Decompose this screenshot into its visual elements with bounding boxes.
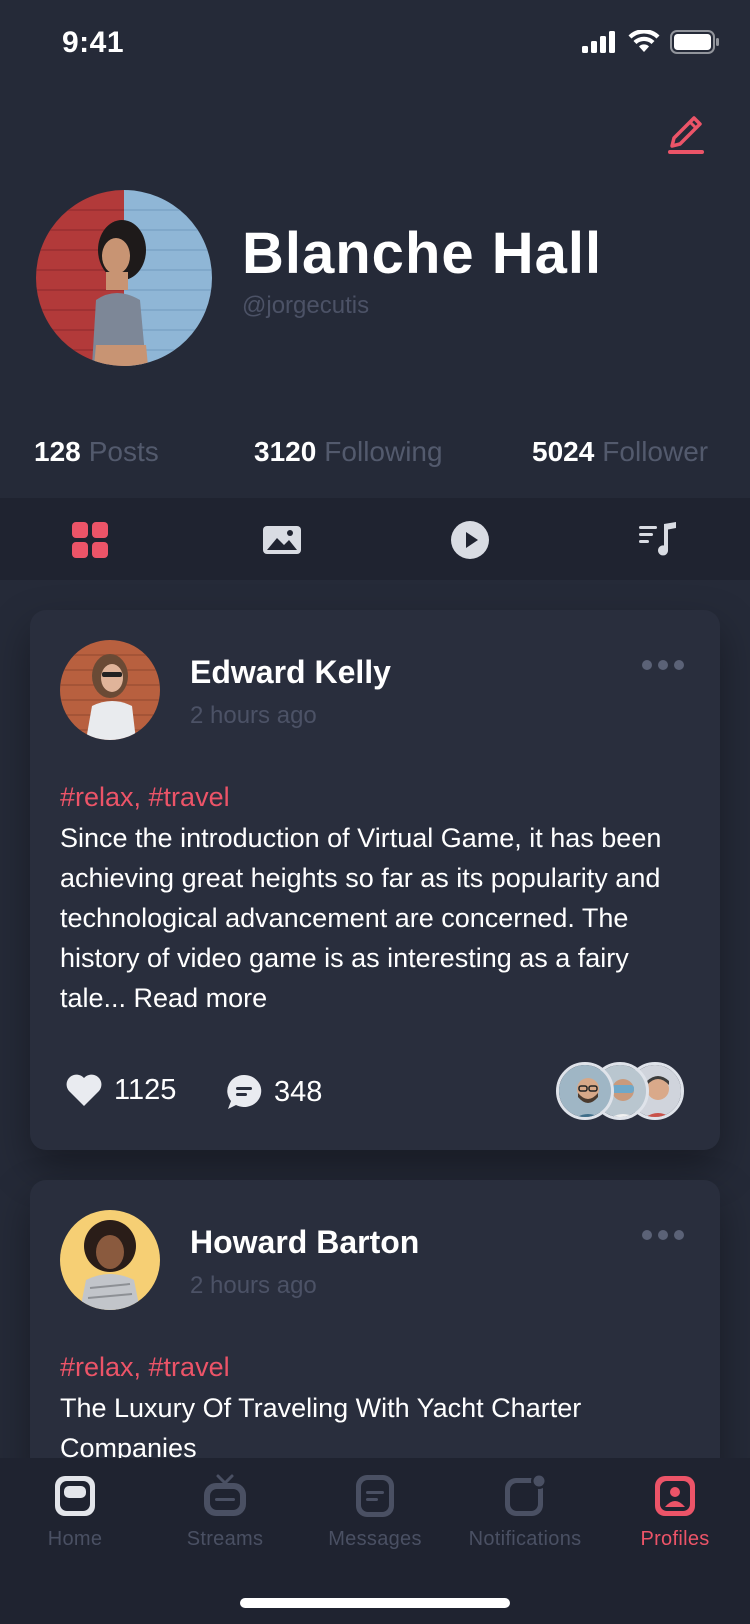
nav-streams[interactable]: Streams	[150, 1472, 300, 1551]
post-tags[interactable]: #relax, #travel	[60, 1352, 230, 1383]
like-count: 1125	[114, 1073, 177, 1106]
stat-label: Following	[324, 436, 443, 467]
liked-by-avatars[interactable]	[556, 1062, 684, 1122]
tab-grid[interactable]	[70, 520, 110, 560]
author-avatar[interactable]	[60, 1210, 160, 1310]
nav-profiles[interactable]: Profiles	[600, 1472, 750, 1551]
dot	[674, 1230, 684, 1240]
post-time: 2 hours ago	[190, 702, 317, 729]
play-icon	[451, 521, 489, 559]
post-actions: 1125 348	[64, 1062, 684, 1122]
post-card[interactable]: Howard Barton 2 hours ago #relax, #trave…	[30, 1180, 720, 1480]
nav-label: Messages	[328, 1528, 422, 1550]
comment-count: 348	[274, 1075, 323, 1108]
status-bar: 9:41	[0, 0, 750, 90]
dot	[642, 1230, 652, 1240]
more-options-button[interactable]	[642, 660, 684, 670]
nav-label: Profiles	[640, 1528, 710, 1550]
like-button[interactable]: 1125	[64, 1072, 176, 1108]
tab-videos[interactable]	[450, 520, 490, 560]
nav-label: Streams	[186, 1528, 264, 1550]
nav-home[interactable]: Home	[0, 1472, 150, 1551]
post-tags[interactable]: #relax, #travel	[60, 782, 230, 813]
tab-photos[interactable]	[262, 520, 302, 560]
dot	[658, 1230, 668, 1240]
liker-avatar	[556, 1062, 614, 1120]
profile-handle: @jorgecutis	[242, 292, 370, 319]
pencil-icon	[668, 116, 704, 154]
nav-label: Home	[47, 1528, 103, 1550]
comment-button[interactable]: 348	[224, 1072, 322, 1112]
stat-count: 5024	[532, 436, 595, 467]
author-name[interactable]: Edward Kelly	[190, 654, 391, 691]
content-tabs	[0, 498, 750, 580]
home-indicator	[240, 1598, 510, 1608]
stat-label: Follower	[602, 436, 709, 467]
comment-icon	[227, 1074, 262, 1109]
battery-icon	[670, 30, 719, 54]
profile-avatar	[36, 190, 212, 366]
post-time: 2 hours ago	[190, 1272, 317, 1299]
notification-icon	[505, 1473, 547, 1516]
nav-notifications[interactable]: Notifications	[450, 1472, 600, 1551]
tab-music[interactable]	[638, 520, 678, 560]
stat-following[interactable]: 3120 Following	[254, 436, 443, 468]
stat-count: 128	[34, 436, 81, 467]
author-name[interactable]: Howard Barton	[190, 1224, 419, 1261]
nav-label: Notifications	[468, 1528, 582, 1550]
stat-count: 3120	[254, 436, 317, 467]
grid-icon	[72, 522, 108, 558]
profile-icon	[655, 1476, 695, 1516]
wifi-icon	[628, 30, 660, 52]
music-icon	[639, 522, 676, 556]
signal-icon	[582, 31, 615, 53]
more-options-button[interactable]	[642, 1230, 684, 1240]
status-time: 9:41	[62, 26, 125, 59]
edit-profile-button[interactable]	[660, 108, 710, 158]
heart-icon	[66, 1074, 102, 1106]
stat-posts[interactable]: 128 Posts	[34, 436, 159, 468]
post-body: Since the introduction of Virtual Game, …	[60, 823, 662, 1013]
stat-followers[interactable]: 5024 Follower	[532, 436, 708, 468]
post-card[interactable]: Edward Kelly 2 hours ago #relax, #travel…	[30, 610, 720, 1150]
image-icon	[263, 526, 301, 554]
status-icons	[582, 30, 720, 54]
stat-label: Posts	[88, 436, 159, 467]
post-body: The Luxury Of Traveling With Yacht Chart…	[60, 1393, 582, 1463]
dot	[674, 660, 684, 670]
home-icon	[55, 1476, 95, 1516]
nav-messages[interactable]: Messages	[300, 1472, 450, 1551]
message-icon	[356, 1475, 394, 1517]
tv-icon	[204, 1474, 246, 1516]
author-avatar[interactable]	[60, 640, 160, 740]
profile-name: Blanche Hall	[242, 221, 603, 286]
dot	[642, 660, 652, 670]
dot	[658, 660, 668, 670]
bottom-nav: Home Streams Messages Notifications Prof…	[0, 1458, 750, 1624]
profile-stats: 128 Posts 3120 Following 5024 Follower	[0, 436, 750, 476]
